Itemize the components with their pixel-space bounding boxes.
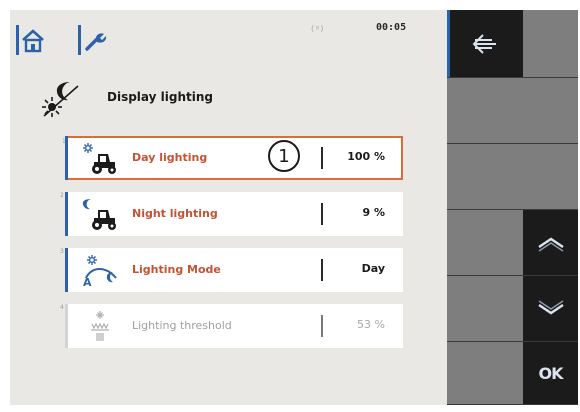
item-value: 9 % [362,206,385,219]
svg-text:A: A [83,276,92,287]
home-button[interactable] [16,24,50,58]
softkey-empty-6[interactable] [523,10,578,78]
home-divider [16,25,19,55]
item-value: 53 % [357,318,385,331]
main-panel: (ᵍ) 00:05 Display lighting 1 Day lightin… [10,10,447,405]
list-item-day-lighting[interactable]: 1 Day lighting 1 100 % [62,136,403,180]
softkey-panel: OK [447,10,578,405]
back-button-accent [447,10,450,77]
settings-button[interactable] [78,24,112,58]
list-item-night-lighting[interactable]: 2 Night lighting 9 % [60,192,403,236]
chevron-up-icon [537,237,564,252]
list-item-lighting-threshold: 4 Lighting threshold 53 % [60,304,403,348]
softkey-empty-2[interactable] [447,144,523,210]
item-accent-bar [65,192,68,236]
softkey-empty-1[interactable] [447,78,523,144]
item-value: 100 % [347,150,385,163]
value-separator [321,259,323,281]
settings-divider [78,25,81,55]
item-label: Lighting Mode [132,263,221,276]
item-label: Night lighting [132,207,218,220]
page-title: Display lighting [107,90,213,104]
ok-label: OK [538,363,564,383]
day-lighting-tractor-icon [83,143,116,174]
item-label: Day lighting [132,151,208,164]
lighting-threshold-icon [91,311,109,341]
value-separator [321,147,323,169]
terminal-screen: (ᵍ) 00:05 Display lighting 1 Day lightin… [2,0,578,412]
item-index: 1 [62,138,66,145]
value-separator [321,203,323,225]
softkey-empty-4[interactable] [447,276,523,342]
back-arrow-icon [472,33,496,54]
item-index: 3 [60,248,64,255]
scroll-down-button[interactable] [523,276,578,342]
list-item-lighting-mode[interactable]: 3 A Lighting Mode Day [60,248,403,292]
softkey-column-secondary: OK [523,10,578,405]
softkey-empty-5[interactable] [447,342,523,405]
display-lighting-icon [42,82,79,117]
night-lighting-tractor-icon [82,199,116,230]
ok-button[interactable]: OK [523,342,578,405]
clock: 00:05 [376,22,407,33]
signal-indicator: (ᵍ) [310,24,325,33]
scroll-up-button[interactable] [523,210,578,276]
lighting-mode-icon: A [83,255,117,287]
item-index: 4 [60,304,64,311]
item-index: 2 [60,192,64,199]
home-icon [22,29,44,53]
wrench-icon [85,33,107,51]
chevron-down-icon [537,299,564,314]
softkey-empty-8[interactable] [523,144,578,210]
item-label: Lighting threshold [132,319,232,332]
item-accent-bar [65,248,68,292]
item-accent-bar [65,304,68,348]
callout-marker: 1 [268,140,300,172]
value-separator [321,315,323,337]
back-button[interactable] [447,10,523,78]
softkey-empty-7[interactable] [523,78,578,144]
item-value: Day [361,262,385,275]
softkey-column-primary [447,10,523,405]
softkey-empty-3[interactable] [447,210,523,276]
